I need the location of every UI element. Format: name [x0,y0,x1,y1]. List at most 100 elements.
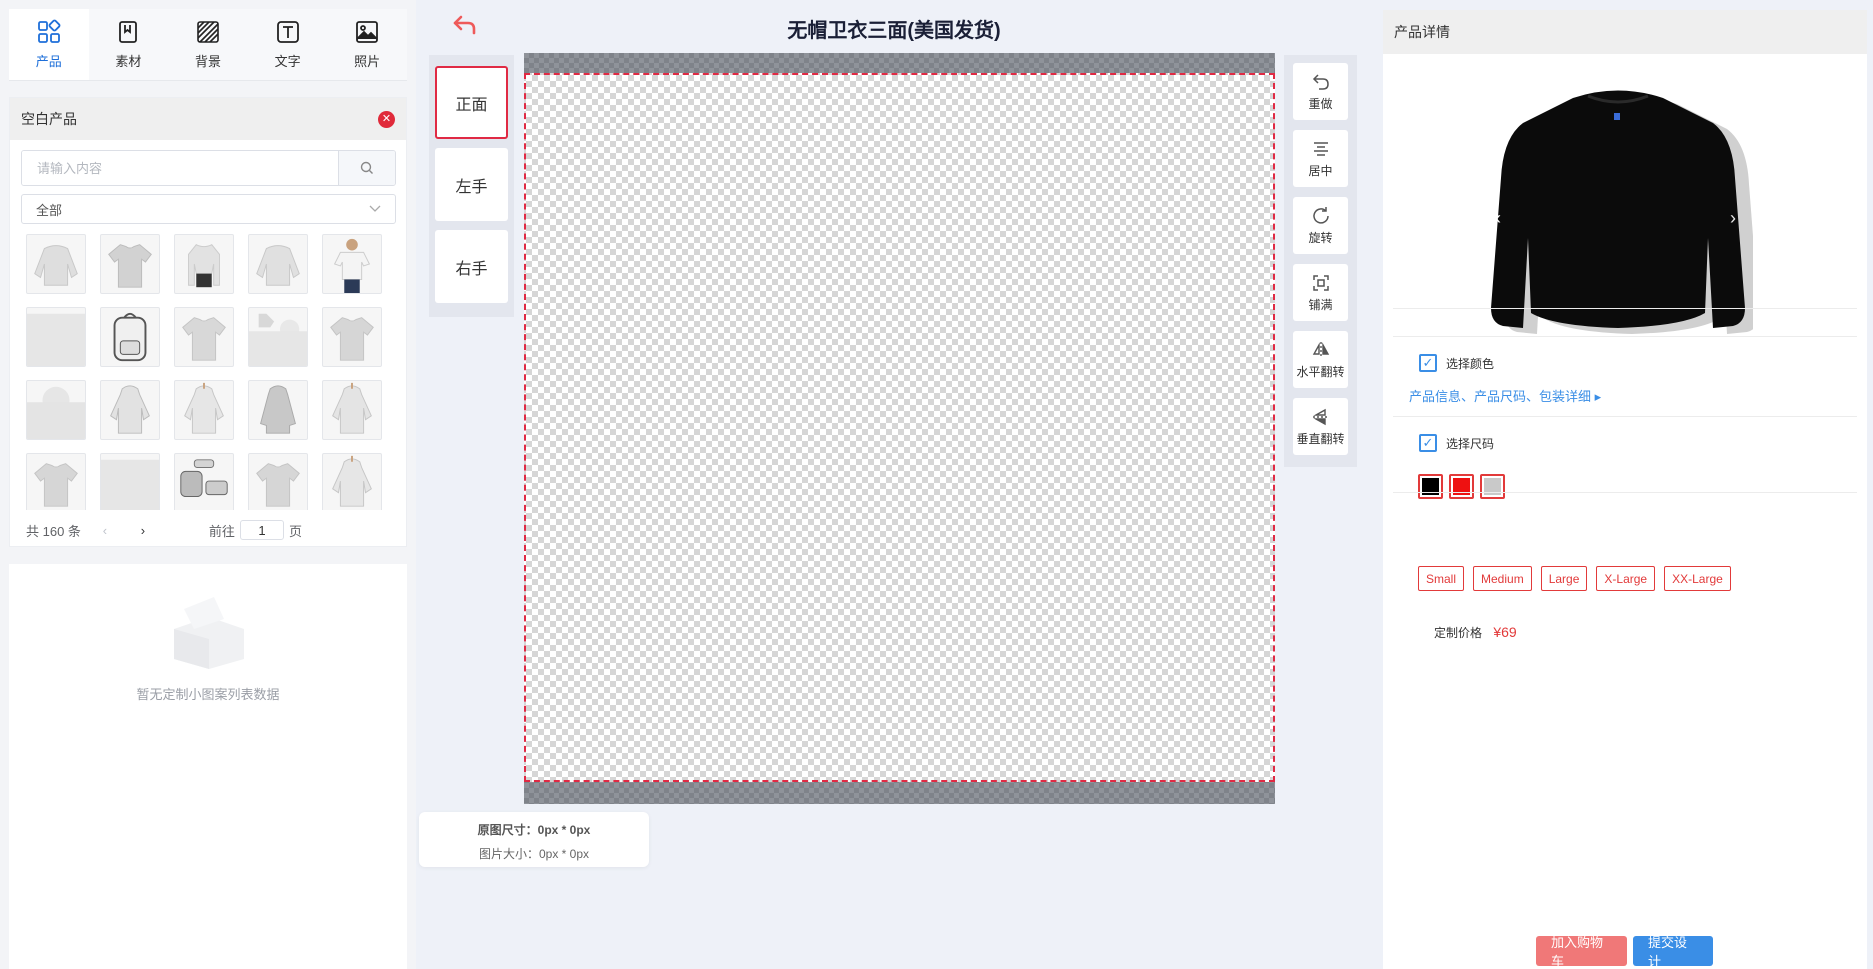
pager-total: 共 160 条 [26,523,81,539]
empty-box-icon [174,597,244,669]
next-page-button[interactable]: › [133,523,153,538]
add-to-cart-button[interactable]: 加入购物车 [1536,935,1627,969]
product-thumb-round[interactable] [26,380,86,440]
product-thumb-blank[interactable] [26,307,86,367]
product-thumb-tshirt-2[interactable] [174,307,234,367]
left-panel: 产品 素材 背景 文字 照片 空白产品 ✕ 请输入内容 全部 共 160 条 ‹… [0,0,416,969]
product-thumb-hoodie-4[interactable] [322,380,382,440]
submit-design-button[interactable]: 提交设计 [1633,935,1713,969]
tab-material[interactable]: 素材 [89,9,169,80]
tab-label: 背景 [194,54,221,69]
product-thumb-model-tshirt[interactable] [322,234,382,294]
price-value: ¥69 [1493,624,1517,640]
size-option-large[interactable]: Large [1540,566,1588,591]
product-thumb-hoodie-3[interactable] [248,380,308,440]
tool-label: 垂直翻转 [1296,431,1345,446]
check-icon[interactable]: ✓ [1419,434,1437,452]
divider [1393,336,1857,337]
tab-product[interactable]: 产品 [9,9,89,80]
center-button[interactable]: 居中 [1293,130,1348,187]
flip-vertical-icon [1312,408,1329,425]
category-value: 全部 [36,202,63,218]
select-size-row[interactable]: ✓ 选择尺码 [1419,434,1494,452]
product-thumb-backpack[interactable] [100,307,160,367]
panel-title: 空白产品 [21,111,77,127]
tool-label: 旋转 [1308,230,1333,245]
editor-area: 无帽卫衣三面(美国发货) 正面 左手 右手 重做 居中 旋转 铺满 水平翻转 垂… [416,0,1372,969]
select-color-label: 选择颜色 [1446,356,1495,371]
product-thumb-hoodie[interactable] [100,380,160,440]
product-thumb-hoodie-2[interactable] [174,380,234,440]
category-select[interactable]: 全部 [21,194,396,224]
rotate-button[interactable]: 旋转 [1293,197,1348,254]
caret-right-icon: ▸ [1594,389,1602,404]
empty-text: 暂无定制小图案列表数据 [136,687,280,702]
blank-products-header: 空白产品 ✕ [10,98,406,140]
product-thumb-bags[interactable] [174,453,234,510]
size-option-xxlarge[interactable]: XX-Large [1664,566,1731,591]
product-thumb-sweatshirt[interactable] [26,234,86,294]
product-thumb-blank-2[interactable] [100,453,160,510]
tab-label: 素材 [115,54,142,69]
product-thumb-hoodie-5[interactable] [322,453,382,510]
flip-horizontal-button[interactable]: 水平翻转 [1293,331,1348,388]
tool-label: 居中 [1308,163,1333,178]
product-info-link[interactable]: 产品信息、产品尺码、包装详细 ▸ [1409,386,1601,405]
pager-suffix: 页 [288,523,302,539]
size-option-xlarge[interactable]: X-Large [1596,566,1656,591]
grid-icon [37,19,61,43]
tool-label: 铺满 [1308,297,1333,312]
text-icon [276,21,299,43]
product-photo [1491,90,1753,334]
design-canvas[interactable] [524,53,1275,804]
search-box [21,150,396,186]
chevron-down-icon [369,205,381,212]
tab-photo[interactable]: 照片 [327,9,407,80]
product-thumb-tshirt-4[interactable] [26,453,86,510]
search-input[interactable] [22,151,338,185]
carousel-prev-icon[interactable]: ‹ [1488,208,1508,228]
color-swatch-red[interactable] [1449,474,1474,499]
detail-header: 产品详情 [1383,10,1867,54]
tab-text[interactable]: 文字 [248,9,328,80]
product-grid [26,234,392,510]
print-area[interactable] [524,73,1275,782]
divider [1393,492,1857,493]
page-number-input[interactable] [239,520,284,540]
size-option-medium[interactable]: Medium [1473,566,1532,591]
flip-vertical-button[interactable]: 垂直翻转 [1293,398,1348,455]
product-thumb-tshirt[interactable] [100,234,160,294]
color-swatch-gray[interactable] [1480,474,1505,499]
product-thumb-longsleeve[interactable] [174,234,234,294]
redo-icon [1312,73,1329,90]
close-icon[interactable]: ✕ [378,110,395,128]
tool-bar: 重做 居中 旋转 铺满 水平翻转 垂直翻转 [1284,55,1357,467]
prev-page-button[interactable]: ‹ [95,523,115,538]
color-swatch-black[interactable] [1418,474,1443,499]
product-thumb-tshirt-5[interactable] [248,453,308,510]
pager-goto-label: 前往 [208,523,235,539]
side-tab-front[interactable]: 正面 [435,66,508,139]
side-tab-right-sleeve[interactable]: 右手 [435,230,508,303]
search-button[interactable] [338,151,395,185]
bookmark-icon [119,21,138,43]
search-icon [360,161,373,174]
select-size-label: 选择尺码 [1446,436,1495,451]
check-icon[interactable]: ✓ [1419,354,1437,372]
product-thumb-tshirt-partial[interactable] [248,307,308,367]
custom-price: 定制价格 ¥69 [1434,624,1517,641]
tab-background[interactable]: 背景 [168,9,248,80]
product-thumb-tshirt-3[interactable] [322,307,382,367]
product-thumb-sweatshirt-2[interactable] [248,234,308,294]
side-tab-left-sleeve[interactable]: 左手 [435,148,508,221]
carousel-next-icon[interactable]: › [1723,208,1743,228]
right-panel: 产品详情 ‹ › 产品信息、产品尺码、包装详细 ▸ ✓ 选择颜色 ✓ 选择尺码 [1372,0,1873,969]
tab-label: 文字 [274,54,301,69]
blank-products-panel: 空白产品 ✕ 全部 [9,97,407,547]
info-link-text: 产品信息、产品尺码、包装详细 [1409,389,1592,404]
fill-button[interactable]: 铺满 [1293,264,1348,321]
color-swatches [1418,474,1505,499]
select-color-row[interactable]: ✓ 选择颜色 [1419,354,1494,372]
redo-button[interactable]: 重做 [1293,63,1348,120]
size-option-small[interactable]: Small [1418,566,1465,591]
